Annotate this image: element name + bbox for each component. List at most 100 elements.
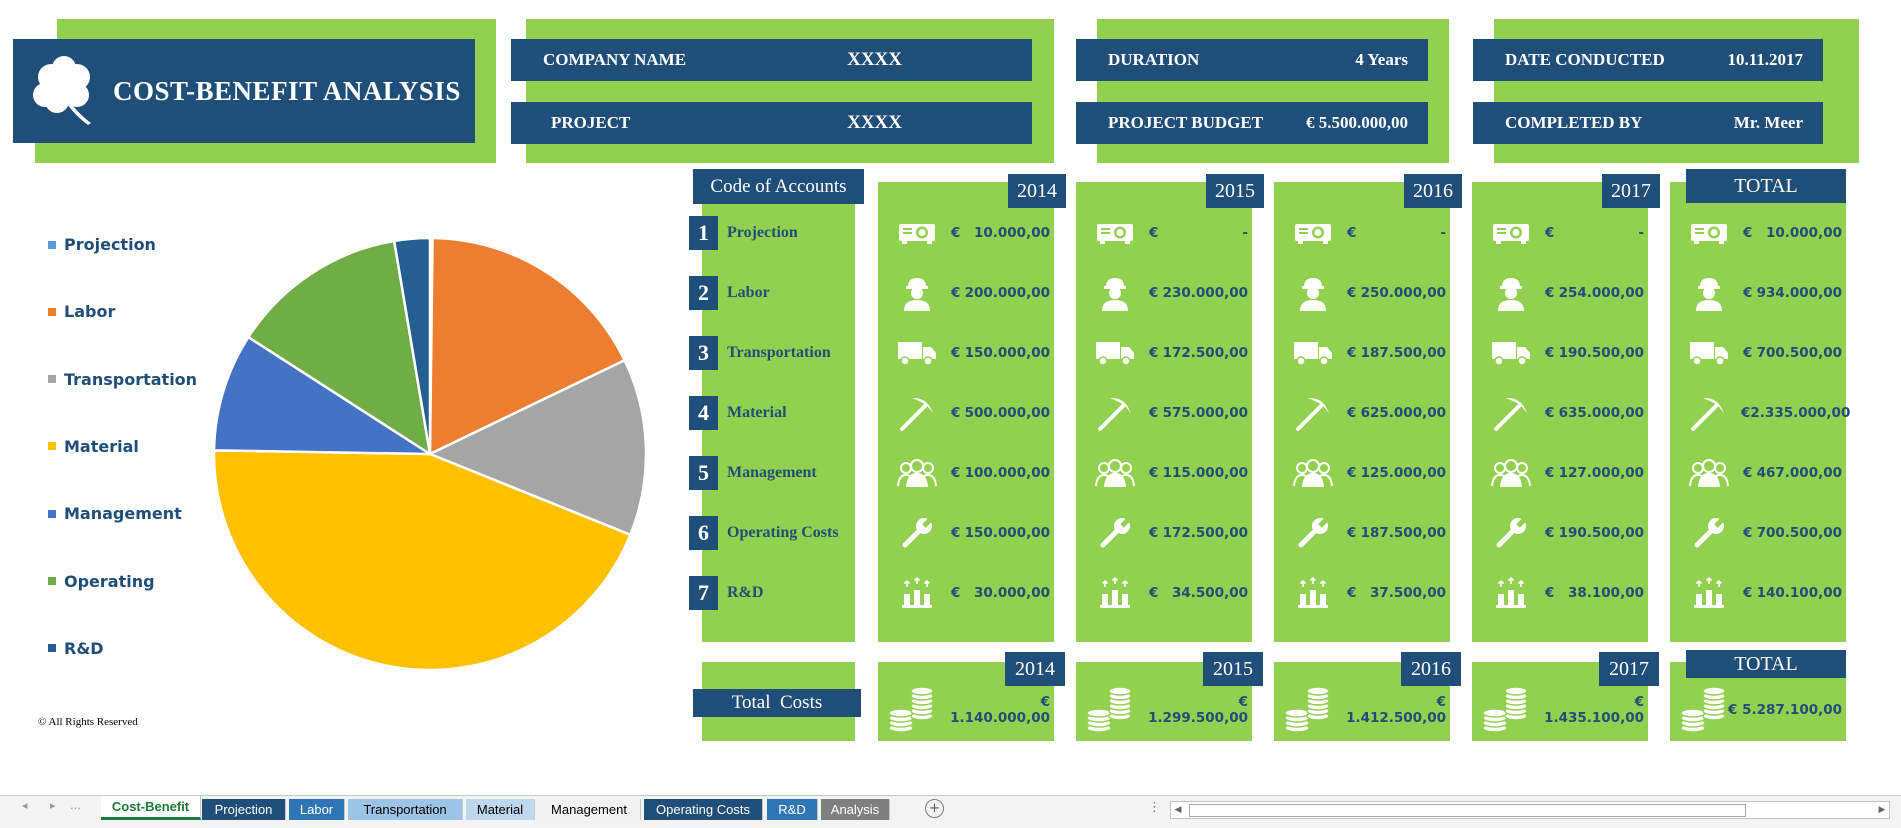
- duration-label: DURATION: [1108, 50, 1200, 69]
- company-value: XXXX: [847, 49, 902, 70]
- cost-cell: €250.000,00: [1293, 275, 1450, 311]
- account-label: Transportation: [727, 344, 831, 361]
- legend-item: Labor: [48, 302, 115, 321]
- scroll-left-icon[interactable]: ◂: [22, 799, 28, 812]
- coins-icon: [1480, 683, 1530, 737]
- cost-cell: €187.500,00: [1293, 335, 1450, 371]
- cost-value: 10.000,00: [973, 225, 1050, 241]
- cost-cell: € -: [1491, 215, 1648, 251]
- total-value: € 1.435.100,00: [1544, 694, 1644, 726]
- page-title: COST-BENEFIT ANALYSIS: [113, 75, 461, 106]
- cost-value: 140.100,00: [1756, 585, 1842, 601]
- total-cell: € 1.412.500,00: [1282, 685, 1450, 735]
- account-label: Operating Costs: [727, 524, 839, 541]
- legend-swatch: [48, 375, 56, 384]
- wrench-icon: [1689, 515, 1729, 551]
- total-value: € 1.412.500,00: [1346, 694, 1446, 726]
- research-icon: [1293, 575, 1333, 611]
- splitter-icon[interactable]: ⋮: [1148, 800, 1161, 815]
- projector-icon: [1095, 215, 1135, 251]
- cost-value: 187.500,00: [1360, 525, 1446, 541]
- horizontal-scrollbar[interactable]: ◀ ▶: [1170, 801, 1890, 819]
- legend-item: Material: [48, 437, 139, 456]
- legend-swatch: [48, 644, 56, 653]
- cost-cell: €625.000,00: [1293, 395, 1450, 431]
- account-number: 5: [689, 456, 718, 490]
- project-row: PROJECT XXXX: [511, 102, 1032, 144]
- cost-cell: €2.335.000,00: [1689, 395, 1850, 431]
- sheet-tab-cost-benefit[interactable]: Cost-Benefit: [101, 796, 201, 820]
- coins-icon: [1678, 683, 1728, 737]
- total-year-header: 2014: [1005, 652, 1065, 686]
- legend-item: Projection: [48, 235, 156, 254]
- cost-cell: €10.000,00: [1689, 215, 1846, 251]
- pickaxe-icon: [1491, 395, 1531, 431]
- cost-value: 700.500,00: [1756, 525, 1842, 541]
- cost-cell: €150.000,00: [897, 335, 1054, 371]
- scroll-arrow-left-icon[interactable]: ◀: [1171, 802, 1185, 818]
- add-sheet-icon[interactable]: +: [925, 799, 944, 818]
- cost-value: 467.000,00: [1756, 465, 1842, 481]
- cost-cell: €127.000,00: [1491, 455, 1648, 491]
- wrench-icon: [1095, 515, 1135, 551]
- account-number: 3: [689, 336, 718, 370]
- cost-value: 30.000,00: [973, 585, 1050, 601]
- cost-cell: €700.500,00: [1689, 515, 1846, 551]
- sheet-tab-labor[interactable]: Labor: [289, 799, 345, 820]
- cost-value: 100.000,00: [964, 465, 1050, 481]
- legend-label: R&D: [64, 638, 104, 658]
- sheet-tab-material[interactable]: Material: [466, 799, 535, 820]
- cost-cell: €635.000,00: [1491, 395, 1648, 431]
- scrollbar-thumb[interactable]: [1189, 804, 1746, 817]
- wrench-icon: [1491, 515, 1531, 551]
- currency-symbol: €: [1347, 345, 1357, 361]
- copyright: © All Rights Reserved: [38, 716, 138, 728]
- sheet-tab-analysis[interactable]: Analysis: [821, 799, 890, 820]
- truck-icon: [1491, 335, 1531, 371]
- currency-symbol: €: [1545, 405, 1555, 421]
- duration-row: DURATION 4 Years: [1076, 39, 1428, 81]
- sheet-tab-projection[interactable]: Projection: [202, 799, 286, 820]
- budget-row: PROJECT BUDGET € 5.500.000,00: [1076, 102, 1428, 144]
- sheet-tab-r-d[interactable]: R&D: [767, 799, 818, 820]
- budget-value: € 5.500.000,00: [1306, 113, 1408, 132]
- sheet-tab-transportation[interactable]: Transportation: [348, 799, 463, 820]
- cost-value: 172.500,00: [1162, 525, 1248, 541]
- completed-row: COMPLETED BY Mr. Meer: [1473, 102, 1823, 144]
- legend-label: Management: [64, 504, 182, 524]
- research-icon: [1095, 575, 1135, 611]
- cost-cell: €190.500,00: [1491, 335, 1648, 371]
- total-value: € 5.287.100,00: [1728, 702, 1843, 718]
- cost-cell: €187.500,00: [1293, 515, 1450, 551]
- total-costs-label: Total Costs: [693, 689, 861, 717]
- duration-value: 4 Years: [1355, 50, 1408, 69]
- legend-label: Transportation: [64, 369, 198, 389]
- sheet-tab-management[interactable]: Management: [538, 799, 641, 820]
- legend-swatch: [48, 307, 56, 316]
- worker-icon: [1095, 275, 1135, 311]
- currency-symbol: €: [1545, 525, 1555, 541]
- year-header: 2015: [1206, 174, 1264, 208]
- cost-cell: €200.000,00: [897, 275, 1054, 311]
- scroll-arrow-right-icon[interactable]: ▶: [1875, 802, 1889, 818]
- currency-symbol: €: [1545, 225, 1555, 241]
- cost-value: 150.000,00: [964, 525, 1050, 541]
- currency-symbol: €: [951, 465, 961, 481]
- total-value: € 1.140.000,00: [950, 694, 1050, 726]
- currency-symbol: €: [951, 525, 961, 541]
- total-cell: € 1.140.000,00: [886, 685, 1054, 735]
- cost-cell: €500.000,00: [897, 395, 1054, 431]
- currency-symbol: €: [1743, 285, 1753, 301]
- currency-symbol: €: [1545, 345, 1555, 361]
- scroll-right-icon[interactable]: ▸: [50, 799, 56, 812]
- currency-symbol: €: [1743, 225, 1753, 241]
- cost-value: 230.000,00: [1162, 285, 1248, 301]
- legend-label: Labor: [64, 302, 116, 322]
- more-tabs-icon[interactable]: …: [70, 799, 81, 812]
- total-year-header: 2015: [1203, 652, 1263, 686]
- cost-cell: €125.000,00: [1293, 455, 1450, 491]
- cost-value: 934.000,00: [1756, 285, 1842, 301]
- sheet-tab-operating-costs[interactable]: Operating Costs: [644, 799, 763, 820]
- cost-cell: €190.500,00: [1491, 515, 1648, 551]
- project-label: PROJECT: [551, 113, 631, 132]
